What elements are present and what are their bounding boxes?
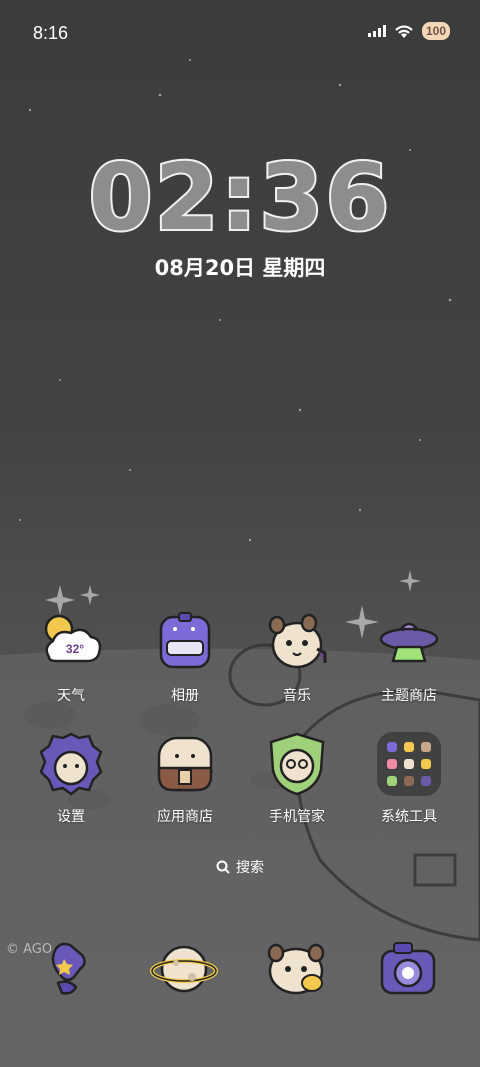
app-weather[interactable]: 32° 天气 [23, 607, 119, 705]
app-label: 相册 [171, 688, 199, 704]
wifi-icon [395, 25, 413, 38]
app-store-icon [157, 736, 213, 792]
settings-icon [39, 732, 103, 796]
weather-icon: 32° [44, 614, 102, 663]
phone-manager-icon [269, 732, 325, 796]
app-label: 手机管家 [269, 809, 325, 825]
app-label: 系统工具 [381, 809, 437, 825]
search-button[interactable]: 搜索 [203, 850, 277, 884]
app-system-tools-folder[interactable]: 系统工具 [361, 728, 457, 826]
clock-time: 02:36 [87, 144, 392, 251]
search-label: 搜索 [236, 860, 264, 876]
app-label: 音乐 [283, 688, 311, 704]
app-theme-store[interactable]: 主题商店 [361, 607, 457, 705]
music-icon [268, 613, 327, 669]
search-icon [216, 860, 230, 874]
phone-icon[interactable] [38, 933, 110, 1005]
browser-planet-icon[interactable] [148, 933, 220, 1005]
theme-store-icon [379, 622, 439, 663]
messages-icon[interactable] [260, 933, 332, 1005]
app-app-store[interactable]: 应用商店 [137, 728, 233, 826]
status-bar: 8:16 100 [0, 0, 480, 68]
app-label: 应用商店 [157, 809, 213, 825]
app-gallery[interactable]: 相册 [137, 607, 233, 705]
signal-icon [368, 25, 386, 37]
app-label: 设置 [57, 809, 85, 825]
camera-icon[interactable] [372, 933, 444, 1005]
clock-widget[interactable]: 02:36 08月20日 星期四 [0, 144, 480, 282]
app-label: 天气 [57, 688, 85, 704]
weather-temp: 32° [66, 642, 84, 656]
app-music[interactable]: 音乐 [249, 607, 345, 705]
app-label: 主题商店 [381, 688, 437, 704]
system-tools-folder-icon [377, 732, 441, 796]
app-phone-manager[interactable]: 手机管家 [249, 728, 345, 826]
battery-icon: 100 [422, 22, 450, 40]
app-settings[interactable]: 设置 [23, 728, 119, 826]
gallery-icon [159, 612, 211, 669]
clock-date: 08月20日 星期四 [154, 256, 326, 280]
status-time: 8:16 [33, 23, 69, 43]
